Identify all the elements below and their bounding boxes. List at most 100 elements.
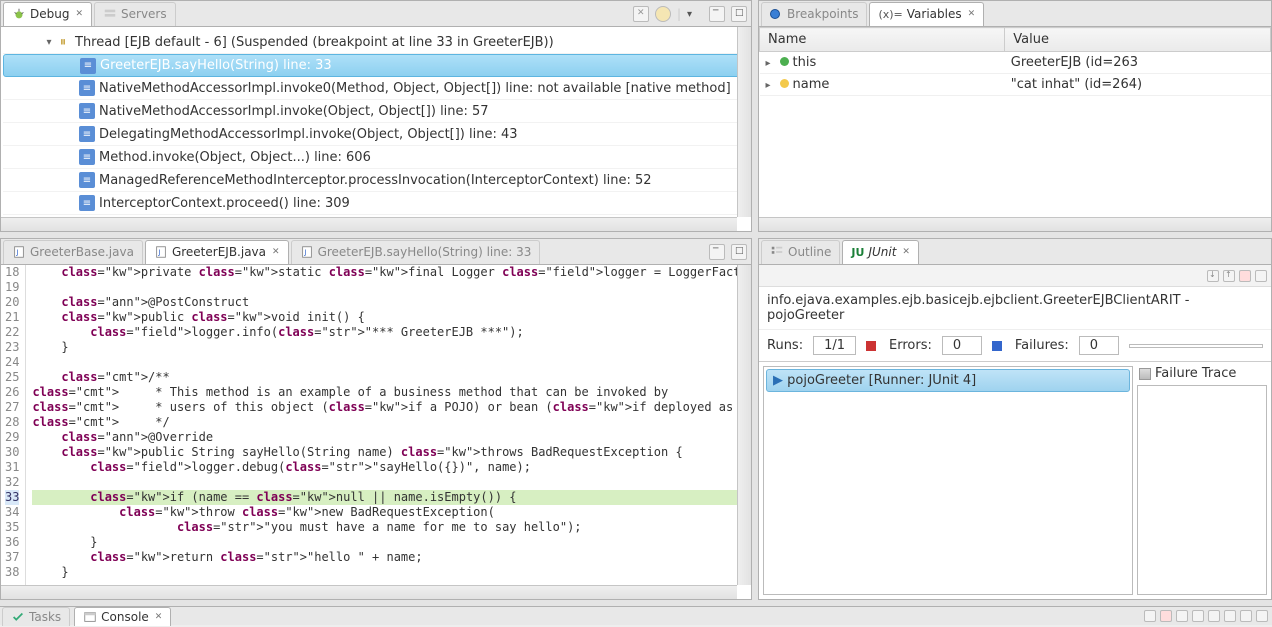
tab-tasks-label: Tasks [29,610,61,624]
toolbar-button[interactable] [655,6,671,22]
line-number: 30 [5,445,19,460]
console-button[interactable] [1208,610,1220,622]
tab-debug[interactable]: Debug ✕ [3,2,92,26]
tab-outline[interactable]: Outline [761,240,840,264]
stack-frame-row[interactable]: InterceptorContext.proceed() line: 309 [3,192,749,215]
stack-frame-row[interactable]: DelegatingMethodAccessorImpl.invoke(Obje… [3,123,749,146]
error-icon [866,341,876,351]
code-line[interactable]: class="field">logger.info(class="str">"*… [32,325,751,340]
code-line[interactable]: } [32,535,751,550]
thread-row[interactable]: ▾ ⏸ Thread [EJB default - 6] (Suspended … [3,31,749,54]
line-number: 22 [5,325,19,340]
code-line[interactable]: class="kw">return class="str">"hello " +… [32,550,751,565]
code-line[interactable]: class="field">logger.debug(class="str">"… [32,460,751,475]
test-running-icon: ▶ [773,373,783,388]
code-line[interactable] [32,355,751,370]
col-name[interactable]: Name [760,28,1005,52]
history-button[interactable] [1255,270,1267,282]
console-button[interactable] [1256,610,1268,622]
stack-frame-label: Method.invoke(Object, Object...) line: 6… [99,150,371,165]
outline-icon [770,245,784,259]
console-button[interactable] [1176,610,1188,622]
tab-console[interactable]: Console ✕ [74,607,171,626]
editor-tab[interactable]: JGreeterEJB.sayHello(String) line: 33 [291,240,541,264]
close-icon[interactable]: ✕ [272,247,280,257]
debug-stack-tree[interactable]: ▾ ⏸ Thread [EJB default - 6] (Suspended … [1,27,751,231]
line-number: 33 [5,490,19,505]
code-line[interactable]: class="kw">public class="kw">void init()… [32,310,751,325]
tab-variables[interactable]: (x)= Variables ✕ [869,2,984,26]
vscrollbar[interactable] [737,265,751,585]
code-line[interactable]: class="ann">@PostConstruct [32,295,751,310]
code-line[interactable]: class="cmt">/** [32,370,751,385]
variable-row[interactable]: ▸thisGreeterEJB (id=263 [760,52,1271,74]
variables-icon: (x)= [878,8,902,21]
remove-terminated-button[interactable] [633,6,649,22]
close-icon[interactable]: ✕ [902,247,910,257]
tab-tasks[interactable]: Tasks [2,607,70,626]
minimize-button[interactable] [709,6,725,22]
console-button[interactable] [1192,610,1204,622]
variable-row[interactable]: ▸name"cat inhat" (id=264) [760,74,1271,96]
code-line[interactable]: class="kw">throw class="kw">new BadReque… [32,505,751,520]
code-line[interactable]: class="str">"you must have a name for me… [32,520,751,535]
code-line[interactable]: class="ann">@Override [32,430,751,445]
code-line[interactable]: class="cmt"> * users of this object (cla… [32,400,751,415]
tab-junit[interactable]: JU JUnit ✕ [842,240,919,264]
stack-frame-row[interactable]: GreeterEJB.sayHello(String) line: 33 [3,54,749,77]
variables-table[interactable]: Name Value ▸thisGreeterEJB (id=263▸name"… [759,27,1271,96]
stack-frame-label: ManagedReferenceMethodInterceptor.proces… [99,173,652,188]
tab-breakpoints[interactable]: Breakpoints [761,2,867,26]
stack-frame-row[interactable]: NativeMethodAccessorImpl.invoke(Object, … [3,100,749,123]
debug-tabstrip: Debug ✕ Servers | [1,1,751,27]
progress-bar [1129,344,1263,348]
minimize-button[interactable] [709,244,725,260]
expander-icon[interactable]: ▸ [766,80,776,91]
test-item[interactable]: ▶ pojoGreeter [Runner: JUnit 4] [766,369,1130,392]
code-line[interactable] [32,475,751,490]
vscrollbar[interactable] [737,27,751,217]
col-value[interactable]: Value [1005,28,1271,52]
maximize-button[interactable] [731,6,747,22]
stack-frame-row[interactable]: Method.invoke(Object, Object...) line: 6… [3,146,749,169]
console-button[interactable] [1160,610,1172,622]
close-icon[interactable]: ✕ [75,9,83,19]
console-button[interactable] [1224,610,1236,622]
thread-icon: ⏸ [55,34,71,50]
failure-trace-area[interactable] [1137,385,1267,595]
code-line[interactable]: } [32,565,751,580]
hscrollbar[interactable] [1,217,737,231]
console-button[interactable] [1144,610,1156,622]
junit-test-tree[interactable]: ▶ pojoGreeter [Runner: JUnit 4] [763,366,1133,595]
close-icon[interactable]: ✕ [155,612,163,622]
code-editor[interactable]: 1819202122232425262728293031323334353637… [1,265,751,599]
editor-tab[interactable]: JGreeterBase.java [3,240,143,264]
stop-button[interactable] [1239,270,1251,282]
expander-icon[interactable]: ▾ [43,37,55,48]
hscrollbar[interactable] [1,585,737,599]
variables-tabstrip: Breakpoints (x)= Variables ✕ [759,1,1271,27]
hscrollbar[interactable] [759,217,1271,231]
code-line[interactable]: class="kw">public String sayHello(String… [32,445,751,460]
code-line[interactable]: class="kw">private class="kw">static cla… [32,265,751,280]
stack-frame-row[interactable]: ManagedReferenceMethodInterceptor.proces… [3,169,749,192]
code-line[interactable]: class="cmt"> */ [32,415,751,430]
code-line[interactable]: class="kw">if (name == class="kw">null |… [32,490,751,505]
tab-servers[interactable]: Servers [94,2,176,26]
code-line[interactable]: } [32,340,751,355]
code-line[interactable] [32,280,751,295]
next-failure-button[interactable]: ↓ [1207,270,1219,282]
expander-icon[interactable]: ▸ [766,58,776,69]
console-button[interactable] [1240,610,1252,622]
view-menu-button[interactable] [687,6,703,22]
maximize-button[interactable] [731,244,747,260]
code-line[interactable]: class="cmt"> * This method is an example… [32,385,751,400]
errors-label: Errors: [889,338,932,353]
code-area[interactable]: class="kw">private class="kw">static cla… [26,265,751,599]
stack-frame-row[interactable]: NativeMethodAccessorImpl.invoke0(Method,… [3,77,749,100]
editor-tab[interactable]: JGreeterEJB.java✕ [145,240,289,264]
bottom-tabstrip: Tasks Console ✕ [0,606,1272,625]
prev-failure-button[interactable]: ↑ [1223,270,1235,282]
variable-value: GreeterEJB (id=263 [1005,52,1271,74]
close-icon[interactable]: ✕ [968,9,976,19]
